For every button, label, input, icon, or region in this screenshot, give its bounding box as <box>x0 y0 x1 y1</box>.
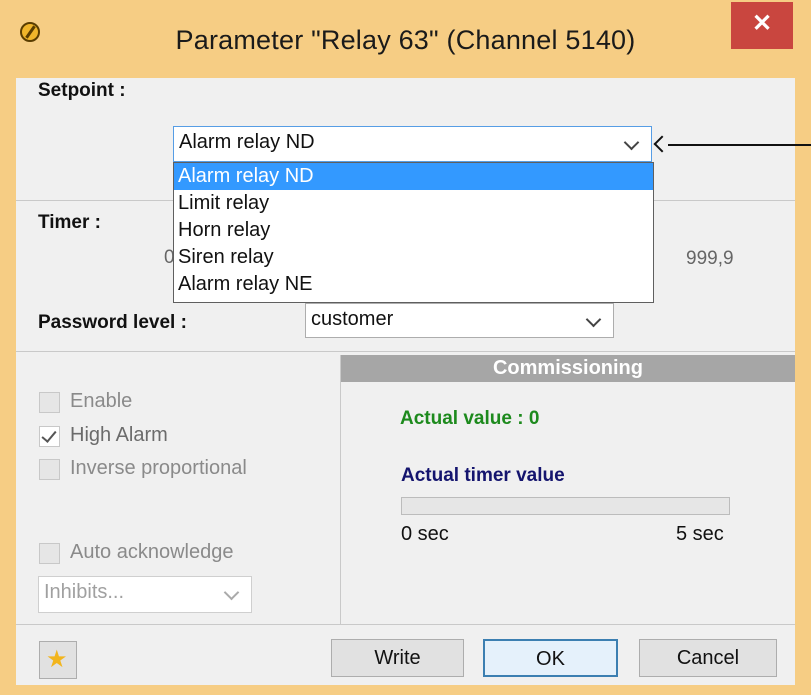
commissioning-header: Commissioning <box>341 355 795 382</box>
chevron-down-icon <box>585 311 602 328</box>
setpoint-select[interactable]: Alarm relay ND <box>173 126 652 162</box>
close-icon: ✕ <box>751 10 773 37</box>
inhibits-select[interactable]: Inhibits... <box>38 576 252 613</box>
inhibits-value: Inhibits... <box>44 581 125 603</box>
divider <box>16 351 795 352</box>
timer-progress-bar <box>401 497 730 515</box>
timer-max-label: 999,9 <box>686 248 734 269</box>
list-item[interactable]: Alarm relay ND <box>174 163 653 190</box>
inverse-proportional-label: Inverse proportional <box>70 457 247 479</box>
setpoint-dropdown-list[interactable]: Alarm relay ND Limit relay Horn relay Si… <box>173 162 654 303</box>
password-level-select[interactable]: customer <box>305 303 614 338</box>
checkmark-icon <box>41 427 57 443</box>
window-title: Parameter "Relay 63" (Channel 5140) <box>175 25 636 55</box>
timer-min-value: 0 sec <box>401 523 449 545</box>
favorite-button[interactable]: ★ <box>39 641 77 679</box>
chevron-down-icon <box>223 584 240 601</box>
timer-max-value: 5 sec <box>676 523 724 545</box>
cancel-button[interactable]: Cancel <box>639 639 777 677</box>
star-icon: ★ <box>46 646 68 673</box>
close-button[interactable]: ✕ <box>731 2 793 49</box>
divider <box>340 355 341 624</box>
chevron-down-icon <box>623 134 640 151</box>
setpoint-label: Setpoint : <box>38 80 126 101</box>
auto-acknowledge-label: Auto acknowledge <box>70 541 234 563</box>
divider <box>654 200 795 201</box>
inverse-proportional-checkbox[interactable] <box>39 459 60 480</box>
list-item[interactable]: Horn relay <box>174 217 653 244</box>
list-item[interactable]: Alarm relay NE <box>174 271 653 298</box>
auto-acknowledge-checkbox[interactable] <box>39 543 60 564</box>
enable-checkbox[interactable] <box>39 392 60 413</box>
ok-button[interactable]: OK <box>483 639 618 677</box>
divider <box>16 624 795 625</box>
write-button[interactable]: Write <box>331 639 464 677</box>
title-bar[interactable]: Parameter "Relay 63" (Channel 5140) ✕ <box>0 0 811 78</box>
list-item[interactable]: Siren relay <box>174 244 653 271</box>
enable-label: Enable <box>70 390 133 412</box>
annotation-arrow-line <box>668 144 811 146</box>
password-level-value: customer <box>311 308 394 330</box>
setpoint-selected-value: Alarm relay ND <box>179 131 315 153</box>
actual-value-text: Actual value : 0 <box>400 408 540 429</box>
high-alarm-label: High Alarm <box>70 424 168 446</box>
password-level-label: Password level : <box>38 312 187 333</box>
list-item[interactable]: Limit relay <box>174 190 653 217</box>
timer-label: Timer : <box>38 212 102 233</box>
divider <box>16 200 173 201</box>
high-alarm-checkbox[interactable] <box>39 426 60 447</box>
actual-timer-label: Actual timer value <box>401 465 565 486</box>
